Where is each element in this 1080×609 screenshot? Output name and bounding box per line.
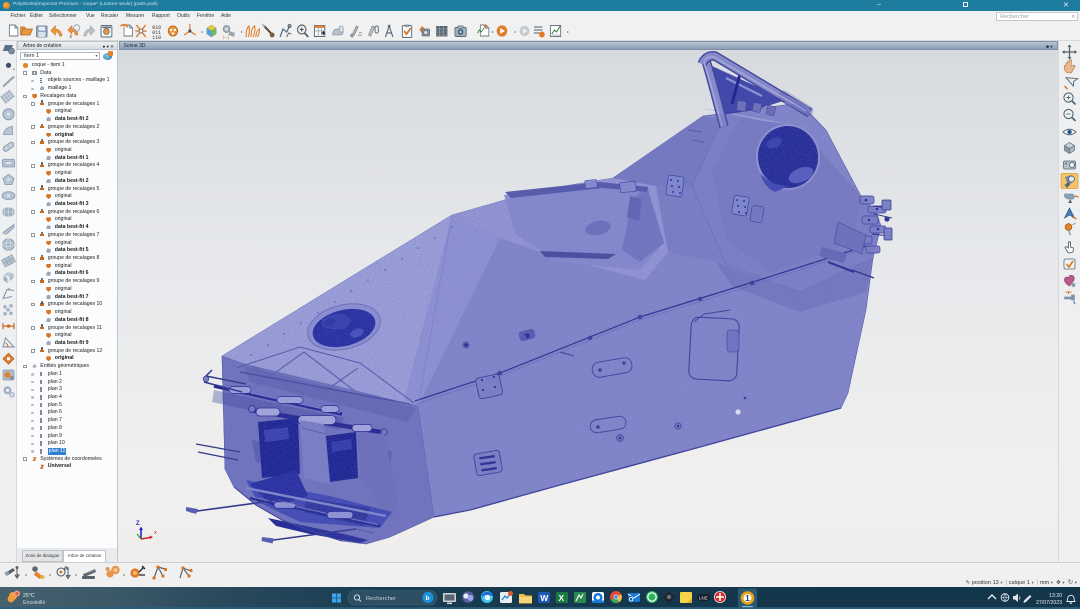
- svg-text:Z: Z: [136, 521, 140, 527]
- svg-text:|—|: |—|: [223, 34, 229, 39]
- svg-text:LNE: LNE: [699, 596, 708, 601]
- svg-text:25°C: 25°C: [23, 593, 35, 599]
- svg-text:1: 1: [745, 594, 750, 603]
- svg-text:O: O: [629, 598, 634, 604]
- svg-text:13:20: 13:20: [1049, 593, 1062, 599]
- svg-text:b: b: [426, 595, 430, 602]
- svg-text:27/07/2023: 27/07/2023: [1036, 600, 1062, 606]
- svg-text:Ensoleillé: Ensoleillé: [23, 600, 45, 606]
- svg-text:W: W: [540, 593, 549, 603]
- svg-text:X: X: [559, 593, 565, 603]
- svg-text:x: x: [70, 34, 73, 39]
- svg-text:Rechercher: Rechercher: [366, 596, 396, 602]
- svg-text:♫: ♫: [357, 30, 362, 37]
- svg-text:110: 110: [152, 34, 161, 40]
- svg-text:x: x: [154, 530, 157, 536]
